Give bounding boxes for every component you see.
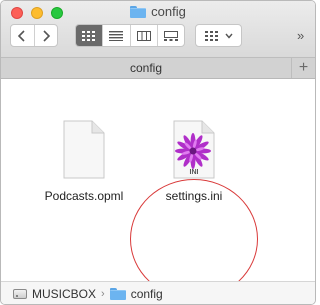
column-view-icon	[136, 30, 151, 41]
drive-icon	[13, 289, 27, 299]
window-title-text: config	[151, 4, 186, 19]
folder-icon	[109, 288, 126, 300]
window-title: config	[1, 4, 315, 19]
back-button[interactable]	[11, 25, 34, 46]
icon-view-icon	[82, 30, 96, 41]
tab-config[interactable]: config	[1, 58, 291, 78]
arrange-button[interactable]	[195, 24, 242, 47]
title-bar: config »	[1, 1, 315, 57]
finder-window: config » config + Podcasts.opml INI sett…	[0, 0, 316, 305]
path-item-musicbox[interactable]: MUSICBOX	[32, 287, 96, 301]
path-separator: ›	[101, 288, 105, 300]
column-view-button[interactable]	[129, 25, 157, 46]
gallery-view-icon	[163, 30, 178, 41]
icon-view-button[interactable]	[76, 25, 103, 46]
file-type-badge: INI	[190, 169, 199, 176]
path-item-config[interactable]: config	[131, 287, 163, 301]
ini-file-icon: INI	[173, 120, 215, 179]
path-bar: MUSICBOX › config	[1, 281, 315, 304]
arrange-grid-icon	[204, 30, 218, 41]
navigation-buttons	[10, 24, 58, 47]
toolbar-overflow-button[interactable]: »	[297, 28, 304, 43]
forward-button[interactable]	[33, 25, 58, 46]
file-item-podcasts[interactable]: Podcasts.opml	[34, 120, 134, 203]
file-area: Podcasts.opml INI settings.ini	[1, 80, 315, 299]
document-icon	[63, 120, 105, 179]
chevron-down-icon	[224, 33, 233, 39]
new-tab-button[interactable]: +	[291, 58, 315, 78]
list-view-icon	[109, 30, 124, 41]
list-view-button[interactable]	[102, 25, 129, 46]
folder-icon	[130, 5, 147, 18]
chevron-right-icon	[43, 29, 50, 42]
file-name: Podcasts.opml	[44, 189, 124, 203]
gallery-view-button[interactable]	[156, 25, 184, 46]
view-mode-buttons	[75, 24, 185, 47]
tab-bar: config +	[1, 57, 315, 79]
chevron-left-icon	[18, 29, 25, 42]
